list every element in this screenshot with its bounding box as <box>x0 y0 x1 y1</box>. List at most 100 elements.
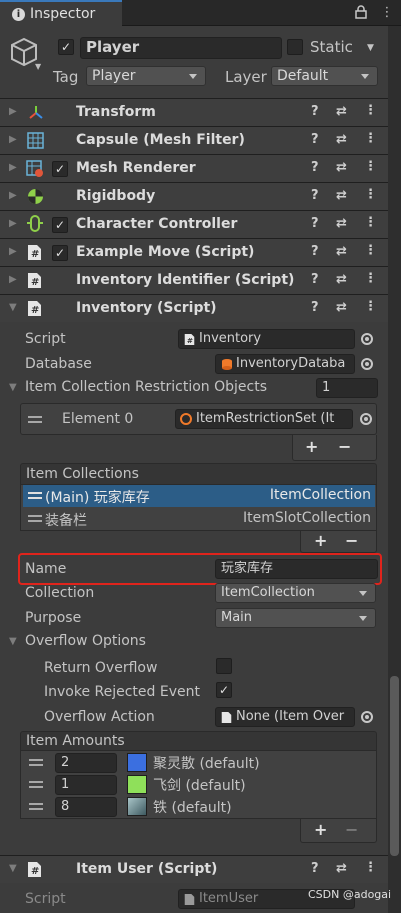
help-icon[interactable]: ? <box>311 244 319 259</box>
help-icon[interactable]: ? <box>311 188 319 203</box>
lock-icon[interactable] <box>354 5 368 21</box>
component-header-inventory-identifier[interactable]: ▶ # Inventory Identifier (Script) ? ⇄ ⋮ <box>0 266 388 294</box>
amount-field[interactable]: 1 <box>55 775 117 795</box>
help-icon[interactable]: ? <box>311 160 319 175</box>
component-header-item-user[interactable]: ▼ # Item User (Script) ? ⇄ ⋮ <box>0 855 388 883</box>
amount-field[interactable]: 2 <box>55 753 117 773</box>
purpose-dropdown[interactable]: Main <box>215 608 376 628</box>
return-overflow-checkbox[interactable] <box>216 658 232 674</box>
inspector-tab[interactable]: i Inspector <box>0 0 122 26</box>
component-header-mesh-filter[interactable]: ▶ Capsule (Mesh Filter) ? ⇄ ⋮ <box>0 126 388 154</box>
list-item-selected[interactable]: (Main) 玩家库存 ItemCollection <box>23 485 375 507</box>
component-menu-icon[interactable]: ⋮ <box>364 271 377 286</box>
preset-icon[interactable]: ⇄ <box>336 188 347 203</box>
preset-icon[interactable]: ⇄ <box>336 104 347 119</box>
component-menu-icon[interactable]: ⋮ <box>364 215 377 230</box>
component-menu-icon[interactable]: ⋮ <box>364 159 377 174</box>
list-item[interactable]: 1 飞剑 (default) <box>21 773 376 795</box>
collapse-arrow-icon[interactable]: ▼ <box>9 302 17 313</box>
item-icon <box>127 797 147 816</box>
expand-arrow-icon[interactable]: ▶ <box>9 274 17 285</box>
object-picker-icon[interactable] <box>360 413 372 425</box>
help-icon[interactable]: ? <box>311 104 319 119</box>
add-button[interactable]: + <box>305 437 318 456</box>
database-field[interactable]: InventoryDataba <box>215 354 355 374</box>
element-field[interactable]: ItemRestrictionSet (It <box>175 409 353 429</box>
object-picker-icon[interactable] <box>361 358 373 370</box>
add-button[interactable]: + <box>314 531 327 550</box>
expand-arrow-icon[interactable]: ▶ <box>9 246 17 257</box>
script-field[interactable]: # Inventory <box>178 329 355 349</box>
enabled-checkbox[interactable]: ✓ <box>52 161 68 177</box>
item-collections-title: Item Collections <box>26 466 139 482</box>
help-icon[interactable]: ? <box>311 300 319 315</box>
preset-icon[interactable]: ⇄ <box>336 216 347 231</box>
layer-dropdown[interactable]: Default <box>271 66 378 86</box>
list-item[interactable]: 8 铁 (default) <box>21 795 376 817</box>
list-item[interactable]: 装备栏 ItemSlotCollection <box>23 508 375 530</box>
expand-arrow-icon[interactable]: ▶ <box>9 162 17 173</box>
remove-button[interactable]: − <box>338 437 351 456</box>
overflow-action-field[interactable]: None (Item Over <box>215 707 355 727</box>
drag-handle-icon[interactable] <box>28 416 42 423</box>
help-icon[interactable]: ? <box>311 216 319 231</box>
preset-icon[interactable]: ⇄ <box>336 244 347 259</box>
scrollbar-thumb[interactable] <box>390 676 399 856</box>
drag-handle-icon[interactable] <box>29 803 43 810</box>
tag-dropdown[interactable]: Player <box>86 66 206 86</box>
component-menu-icon[interactable]: ⋮ <box>364 131 377 146</box>
enabled-checkbox[interactable]: ✓ <box>52 245 68 261</box>
expand-arrow-icon[interactable]: ▶ <box>9 106 17 117</box>
preset-icon[interactable]: ⇄ <box>336 300 347 315</box>
list-item[interactable]: 2 聚灵散 (default) <box>21 751 376 773</box>
restriction-count-field[interactable]: 1 <box>316 378 378 398</box>
expand-arrow-icon[interactable]: ▶ <box>9 218 17 229</box>
component-menu-icon[interactable]: ⋮ <box>364 243 377 258</box>
help-icon[interactable]: ? <box>311 861 319 876</box>
object-picker-icon[interactable] <box>361 711 373 723</box>
help-icon[interactable]: ? <box>311 272 319 287</box>
amount-field[interactable]: 8 <box>55 797 117 817</box>
static-checkbox[interactable] <box>287 39 303 55</box>
icon-dropdown-icon[interactable]: ▼ <box>35 62 41 71</box>
add-button[interactable]: + <box>314 820 327 839</box>
static-dropdown-icon[interactable]: ▼ <box>367 43 374 53</box>
drag-handle-icon[interactable] <box>28 515 42 522</box>
name-field[interactable]: 玩家库存 <box>215 559 378 579</box>
collection-dropdown[interactable]: ItemCollection <box>215 583 376 603</box>
preset-icon[interactable]: ⇄ <box>336 132 347 147</box>
expand-arrow-icon[interactable]: ▶ <box>9 134 17 145</box>
preset-icon[interactable]: ⇄ <box>336 160 347 175</box>
svg-text:#: # <box>187 336 193 345</box>
collapse-arrow-icon[interactable]: ▼ <box>9 636 17 647</box>
drag-handle-icon[interactable] <box>28 492 42 499</box>
remove-button[interactable]: − <box>345 820 358 839</box>
component-menu-icon[interactable]: ⋮ <box>364 860 377 875</box>
drag-handle-icon[interactable] <box>29 781 43 788</box>
preset-icon[interactable]: ⇄ <box>336 272 347 287</box>
preset-icon[interactable]: ⇄ <box>336 861 347 876</box>
object-picker-icon[interactable] <box>361 333 373 345</box>
component-menu-icon[interactable]: ⋮ <box>364 299 377 314</box>
help-icon[interactable]: ? <box>311 132 319 147</box>
expand-arrow-icon[interactable]: ▶ <box>9 190 17 201</box>
component-header-character-controller[interactable]: ▶ ✓ Character Controller ? ⇄ ⋮ <box>0 210 388 238</box>
object-name-field[interactable]: Player <box>80 37 282 59</box>
component-header-rigidbody[interactable]: ▶ Rigidbody ? ⇄ ⋮ <box>0 182 388 210</box>
overflow-options-label: Overflow Options <box>25 633 146 649</box>
drag-handle-icon[interactable] <box>29 759 43 766</box>
active-checkbox[interactable]: ✓ <box>58 39 74 55</box>
component-menu-icon[interactable]: ⋮ <box>364 103 377 118</box>
component-header-inventory[interactable]: ▼ # Inventory (Script) ? ⇄ ⋮ <box>0 294 388 322</box>
component-header-example-move[interactable]: ▶ # ✓ Example Move (Script) ? ⇄ ⋮ <box>0 238 388 266</box>
collapse-arrow-icon[interactable]: ▼ <box>9 863 17 874</box>
component-header-mesh-renderer[interactable]: ▶ ✓ Mesh Renderer ? ⇄ ⋮ <box>0 154 388 182</box>
collections-list-footer: + − <box>300 531 377 553</box>
remove-button[interactable]: − <box>345 531 358 550</box>
enabled-checkbox[interactable]: ✓ <box>52 217 68 233</box>
component-header-transform[interactable]: ▶ Transform ? ⇄ ⋮ <box>0 98 388 126</box>
more-menu-icon[interactable]: ⋮ <box>380 5 394 21</box>
invoke-rejected-checkbox[interactable]: ✓ <box>216 682 232 698</box>
component-menu-icon[interactable]: ⋮ <box>364 187 377 202</box>
collapse-arrow-icon[interactable]: ▼ <box>9 382 17 393</box>
